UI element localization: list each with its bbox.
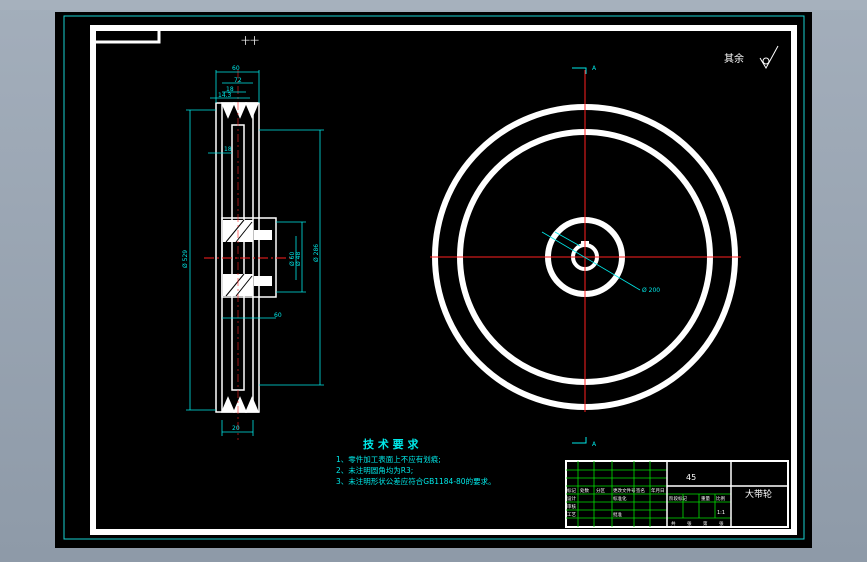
- sheet-label-0: 共: [671, 520, 676, 527]
- top-label: 十十: [241, 35, 259, 47]
- stage-label-1: 重量: [701, 495, 710, 502]
- roughness-note: 其余: [724, 52, 744, 65]
- role-label-4: 批准: [613, 511, 622, 518]
- material: 45: [686, 473, 696, 482]
- row-label-3: 更改文件号: [613, 487, 636, 494]
- sheet-label-1: 张: [687, 520, 692, 527]
- cad-viewport: 十十 其余 60 72 18 14.3 18 60 20 Ø 529 Ø 286…: [0, 0, 867, 548]
- role-label-3: 工艺: [567, 512, 576, 518]
- dim-overall-dia: Ø 529: [182, 250, 189, 268]
- row-label-2: 分区: [596, 487, 605, 494]
- scale-value: 1:1: [717, 510, 725, 516]
- stage-label-2: 比例: [716, 495, 725, 502]
- row-label-0: 标记: [567, 487, 576, 494]
- role-label-0: 设计: [567, 495, 576, 502]
- tech-item-2: 2、未注明圆角均为R3;: [336, 465, 413, 475]
- dim-groove-top: 72: [234, 77, 242, 84]
- sheet-label-2: 第: [703, 520, 708, 527]
- dim-web-thickness: 18: [224, 146, 232, 153]
- sheet-label-3: 张: [719, 520, 724, 527]
- part-name: 大带轮: [745, 488, 772, 500]
- dim-bore-dia: Ø 48: [295, 252, 302, 266]
- stage-label-0: 阶段标记: [669, 495, 687, 502]
- dim-top-width: 60: [232, 65, 240, 72]
- tech-title: 技 术 要 求: [363, 437, 419, 451]
- role-label-2: 审核: [567, 503, 576, 510]
- dim-rim-width: 20: [232, 425, 240, 432]
- tech-item-3: 3、未注明形状公差应符合GB1184-80的要求。: [336, 476, 496, 486]
- dim-hole-dia: Ø 200: [642, 287, 660, 294]
- dim-bore-dia-2: Ø 60: [289, 252, 296, 266]
- dim-hub-len: 60: [274, 312, 282, 319]
- dim-groove-pitch: 14.3: [218, 92, 232, 99]
- tech-item-1: 1、零件加工表面上不应有划痕;: [336, 454, 441, 464]
- dim-hub-dia: Ø 286: [313, 244, 320, 262]
- viewport-top-bar: [0, 0, 867, 10]
- row-label-4: 签名: [636, 487, 645, 494]
- drawing-sheet: [55, 12, 812, 548]
- role-label-1: 标准化: [613, 495, 627, 502]
- row-label-1: 处数: [580, 487, 589, 494]
- row-label-5: 年月日: [651, 487, 665, 494]
